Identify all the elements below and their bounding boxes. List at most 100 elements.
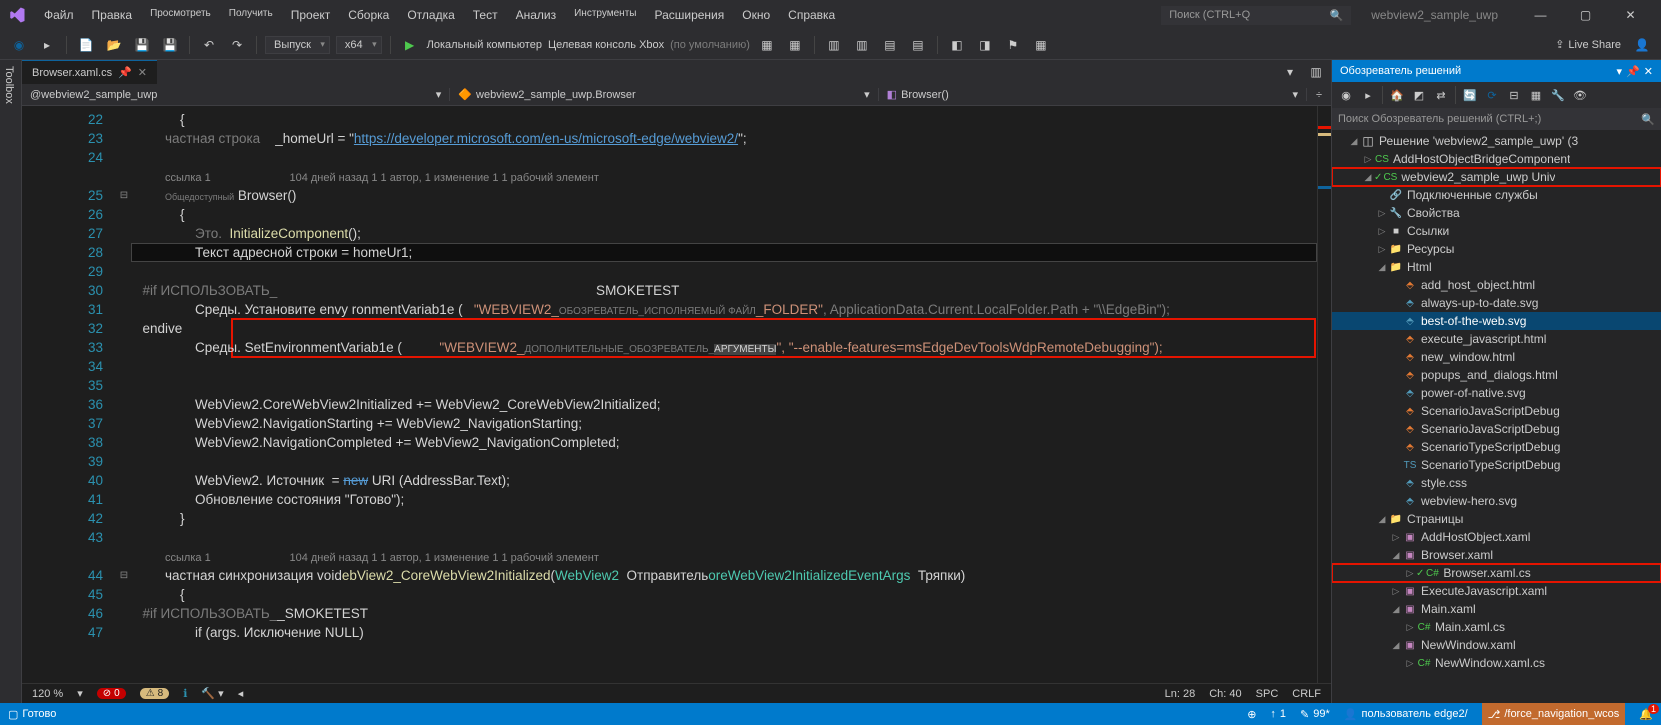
commits-ahead[interactable]: ✎ 99*: [1300, 708, 1330, 721]
tree-item[interactable]: ⬘new_window.html: [1332, 348, 1661, 366]
start-debug-button[interactable]: ▶: [399, 34, 421, 56]
tb-icon-3[interactable]: ▥: [823, 34, 845, 56]
tree-item[interactable]: ▷C#NewWindow.xaml.cs: [1332, 654, 1661, 672]
tb-icon-6[interactable]: ▤: [907, 34, 929, 56]
solution-search-input[interactable]: Поиск Обозреватель решений (CTRL+;) 🔍: [1332, 108, 1661, 130]
build-icon[interactable]: 🔨 ▾: [201, 687, 223, 700]
panel-pin-icon[interactable]: 📌: [1626, 65, 1640, 78]
nav-member[interactable]: ◧ Browser() ▾: [879, 88, 1307, 101]
sol-fwd[interactable]: ▸: [1358, 85, 1378, 105]
sol-home[interactable]: 🏠: [1387, 85, 1407, 105]
menu-инструменты[interactable]: Инструменты: [566, 4, 644, 26]
sol-refresh[interactable]: ⟳: [1482, 85, 1502, 105]
new-item-button[interactable]: 📄: [75, 34, 97, 56]
toolbox-tab[interactable]: Toolbox: [0, 60, 18, 110]
tree-item[interactable]: ▷📁Ресурсы: [1332, 240, 1661, 258]
nav-split[interactable]: ÷: [1307, 84, 1331, 106]
tree-item[interactable]: ▷▣AddHostObject.xaml: [1332, 528, 1661, 546]
tb-icon-1[interactable]: ▦: [756, 34, 778, 56]
panel-close-icon[interactable]: ✕: [1644, 65, 1653, 78]
tree-item[interactable]: ◢📁Страницы: [1332, 510, 1661, 528]
tree-item[interactable]: ◢▣Browser.xaml: [1332, 546, 1661, 564]
menu-файл[interactable]: Файл: [36, 4, 82, 26]
window-split[interactable]: ▥: [1305, 61, 1327, 83]
minimize-button[interactable]: —: [1518, 0, 1563, 30]
tree-item[interactable]: ⬘best-of-the-web.svg: [1332, 312, 1661, 330]
tree-item[interactable]: 🔗Подключенные службы: [1332, 186, 1661, 204]
tab-browser-xaml-cs[interactable]: Browser.xaml.cs 📌 ✕: [22, 60, 157, 84]
sol-showall[interactable]: ▦: [1526, 85, 1546, 105]
eol-mode[interactable]: CRLF: [1292, 688, 1321, 700]
tree-item[interactable]: ⬘always-up-to-date.svg: [1332, 294, 1661, 312]
tree-item[interactable]: TSScenarioTypeScriptDebug: [1332, 456, 1661, 474]
sol-scope[interactable]: ◩: [1409, 85, 1429, 105]
solution-title-bar[interactable]: Обозреватель решений ▾ 📌 ✕: [1332, 60, 1661, 82]
save-button[interactable]: 💾: [131, 34, 153, 56]
live-share-button[interactable]: ⇪ Live Share: [1555, 38, 1621, 51]
global-search-input[interactable]: Поиск (CTRL+Q 🔍: [1161, 6, 1351, 25]
tree-item[interactable]: ◢▣Main.xaml: [1332, 600, 1661, 618]
tree-item[interactable]: ◢▣NewWindow.xaml: [1332, 636, 1661, 654]
tb-icon-5[interactable]: ▤: [879, 34, 901, 56]
code-editor[interactable]: 2223242526272829303132333435363738394041…: [22, 106, 1331, 683]
tree-item[interactable]: ⬘power-of-native.svg: [1332, 384, 1661, 402]
menu-окно[interactable]: Окно: [734, 4, 778, 26]
error-count[interactable]: ⊘ 0: [97, 688, 126, 699]
menu-анализ[interactable]: Анализ: [508, 4, 565, 26]
tree-item[interactable]: ◢📁Html: [1332, 258, 1661, 276]
close-button[interactable]: ✕: [1608, 0, 1653, 30]
tree-item[interactable]: ▷▣ExecuteJavascript.xaml: [1332, 582, 1661, 600]
tree-item[interactable]: ⬘add_host_object.html: [1332, 276, 1661, 294]
overview-ruler[interactable]: [1317, 106, 1331, 683]
feedback-button[interactable]: 👤: [1631, 34, 1653, 56]
nav-class[interactable]: 🔶 webview2_sample_uwp.Browser ▾: [450, 88, 878, 101]
menu-просмотреть[interactable]: Просмотреть: [142, 4, 219, 26]
close-tab-icon[interactable]: ✕: [138, 66, 147, 79]
tb-icon-9[interactable]: ⚑: [1002, 34, 1024, 56]
save-all-button[interactable]: 💾: [159, 34, 181, 56]
tree-item[interactable]: ▷🔧Свойства: [1332, 204, 1661, 222]
tree-item[interactable]: ⬘popups_and_dialogs.html: [1332, 366, 1661, 384]
tree-item[interactable]: ⬘webview-hero.svg: [1332, 492, 1661, 510]
tb-icon-7[interactable]: ◧: [946, 34, 968, 56]
nav-fwd-button[interactable]: ▸: [36, 34, 58, 56]
git-branch[interactable]: ⎇ /force_navigation_wcos: [1482, 703, 1626, 725]
solution-root[interactable]: ◢◫ Решение 'webview2_sample_uwp' (3: [1332, 132, 1661, 150]
menu-справка[interactable]: Справка: [780, 4, 843, 26]
menu-расширения[interactable]: Расширения: [646, 4, 732, 26]
sol-props[interactable]: 🔧: [1548, 85, 1568, 105]
sol-sync[interactable]: 🔄: [1460, 85, 1480, 105]
redo-button[interactable]: ↷: [226, 34, 248, 56]
scroll-left[interactable]: ◂: [238, 687, 244, 700]
tree-item[interactable]: ⬘execute_javascript.html: [1332, 330, 1661, 348]
source-control-add[interactable]: ⊕: [1247, 708, 1256, 721]
sol-preview[interactable]: 👁: [1570, 85, 1590, 105]
open-button[interactable]: 📂: [103, 34, 125, 56]
panel-dropdown-icon[interactable]: ▾: [1617, 65, 1623, 78]
nav-back-button[interactable]: ◉: [8, 34, 30, 56]
tree-item[interactable]: ◢✓CSwebview2_sample_uwp Univ: [1332, 168, 1661, 186]
pin-icon[interactable]: 📌: [118, 66, 132, 79]
tb-icon-10[interactable]: ▦: [1030, 34, 1052, 56]
undo-button[interactable]: ↶: [198, 34, 220, 56]
warning-count[interactable]: ⚠ 8: [140, 688, 170, 699]
tree-item[interactable]: ▷■Ссылки: [1332, 222, 1661, 240]
menu-проект[interactable]: Проект: [283, 4, 339, 26]
sol-collapse[interactable]: ⊟: [1504, 85, 1524, 105]
code-body[interactable]: { частная строка _homeUrl = "https://dev…: [131, 106, 1317, 683]
tree-item[interactable]: ⬘ScenarioJavaScriptDebug: [1332, 402, 1661, 420]
tb-icon-4[interactable]: ▥: [851, 34, 873, 56]
menu-тест[interactable]: Тест: [465, 4, 506, 26]
tree-item[interactable]: ▷CSAddHostObjectBridgeComponent: [1332, 150, 1661, 168]
sol-pending[interactable]: ⇄: [1431, 85, 1451, 105]
solution-tree[interactable]: ◢◫ Решение 'webview2_sample_uwp' (3 ▷CSA…: [1332, 130, 1661, 703]
info-icon[interactable]: ℹ: [183, 687, 187, 700]
start-target-label[interactable]: Локальный компьютер: [427, 39, 542, 51]
tb-icon-8[interactable]: ◨: [974, 34, 996, 56]
tabs-dropdown[interactable]: ▾: [1279, 61, 1301, 83]
pending-changes[interactable]: ↑ 1: [1270, 708, 1286, 720]
menu-отладка[interactable]: Отладка: [399, 4, 462, 26]
notifications-button[interactable]: 🔔1: [1639, 708, 1653, 721]
tb-icon-2[interactable]: ▦: [784, 34, 806, 56]
tree-item[interactable]: ⬘ScenarioTypeScriptDebug: [1332, 438, 1661, 456]
